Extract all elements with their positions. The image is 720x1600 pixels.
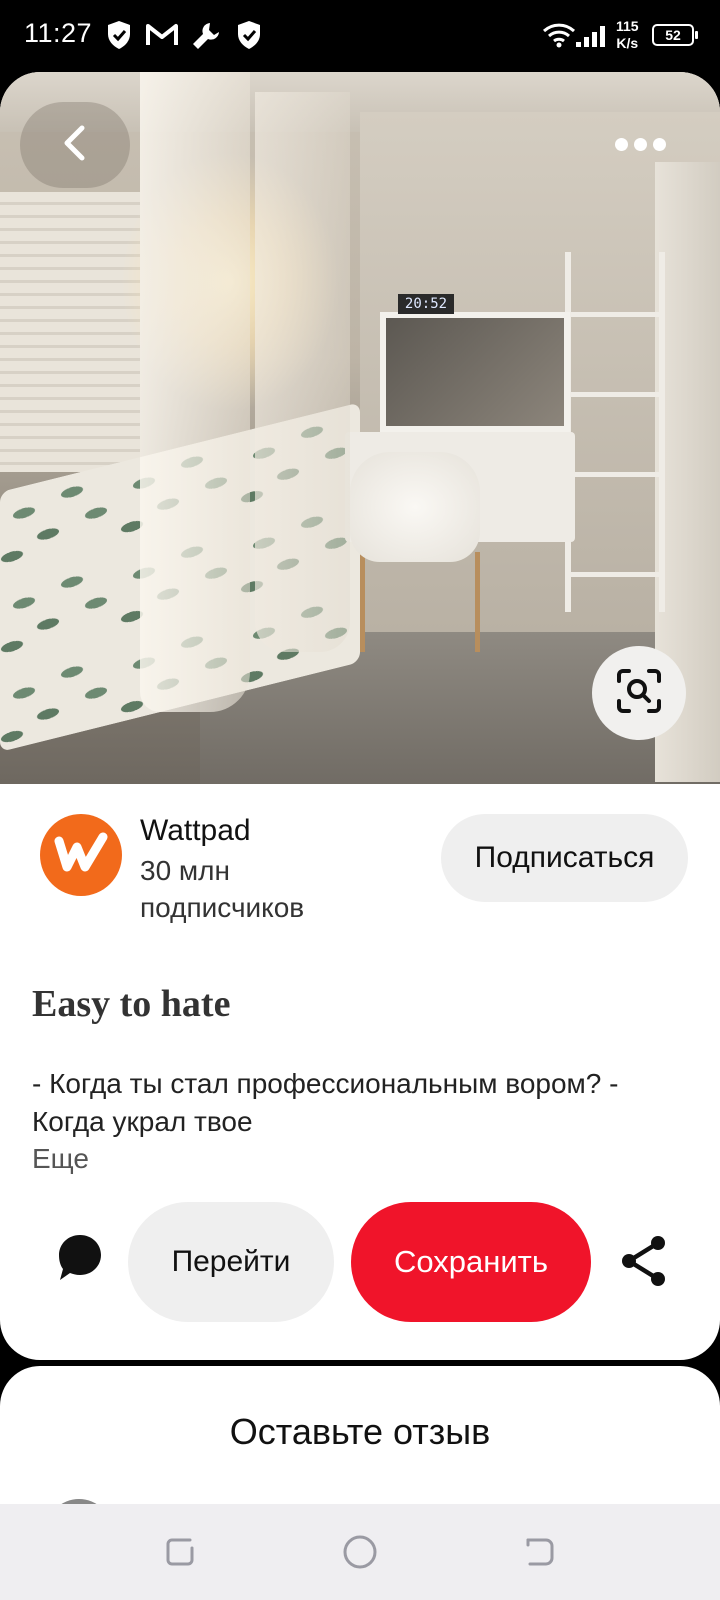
- back-button[interactable]: [20, 102, 130, 188]
- status-bar: 11:27 115 K/s 52: [0, 0, 720, 72]
- shield-check-icon-2: [236, 20, 262, 55]
- photo-chair-legs: [360, 552, 480, 652]
- action-bar: Перейти Сохранить: [0, 1202, 720, 1322]
- pin-image[interactable]: 20:52: [0, 72, 720, 784]
- save-button[interactable]: Сохранить: [351, 1202, 591, 1322]
- follow-button[interactable]: Подписаться: [441, 814, 688, 902]
- photo-clock: 20:52: [398, 294, 454, 314]
- signal-icon: [574, 24, 610, 53]
- photo-curtain-2: [255, 92, 350, 652]
- shield-check-icon: [106, 20, 132, 55]
- battery-indicator: 52: [652, 24, 698, 46]
- visual-search-icon: [615, 667, 663, 720]
- photo-chair: [350, 452, 480, 562]
- network-speed-unit: K/s: [616, 35, 639, 51]
- photo-curtain: [140, 72, 250, 712]
- photo-shelf: [565, 252, 665, 612]
- comment-icon[interactable]: [56, 1232, 104, 1289]
- nav-back-icon[interactable]: [520, 1532, 560, 1572]
- gmail-icon: [146, 23, 178, 52]
- creator-row: Wattpad 30 млн подписчиков Подписаться: [0, 784, 720, 964]
- visit-button[interactable]: Перейти: [128, 1202, 334, 1322]
- nav-recents-icon[interactable]: [160, 1532, 200, 1572]
- wifi-icon: [542, 22, 576, 53]
- share-icon[interactable]: [620, 1234, 668, 1293]
- photo-window: [0, 192, 140, 472]
- pin-card: 20:52 Wattpad 30 млн подписчиков Подписа…: [0, 72, 720, 1360]
- photo-mirror: [380, 312, 570, 432]
- more-options-button[interactable]: [590, 124, 690, 164]
- back-arrow-icon: [60, 125, 90, 166]
- visual-search-button[interactable]: [592, 646, 686, 740]
- more-dots-icon: [614, 137, 628, 151]
- system-nav-bar: [0, 1504, 720, 1600]
- review-title: Оставьте отзыв: [229, 1411, 491, 1452]
- nav-home-icon[interactable]: [340, 1532, 380, 1572]
- pin-title: Easy to hate: [32, 983, 231, 1025]
- status-time: 11:27: [24, 18, 93, 48]
- wrench-icon: [190, 20, 222, 57]
- creator-avatar[interactable]: [40, 814, 122, 896]
- wattpad-logo-icon: [53, 831, 109, 880]
- follower-count: 30 млн подписчиков: [140, 855, 305, 923]
- network-speed: 115 K/s: [616, 18, 639, 52]
- review-sheet: Оставьте отзыв: [0, 1366, 720, 1506]
- show-more-link[interactable]: Еще: [32, 1143, 89, 1175]
- pin-description: - Когда ты стал профессиональным вором? …: [32, 1068, 619, 1137]
- creator-name[interactable]: Wattpad: [140, 814, 251, 848]
- network-speed-value: 115: [616, 18, 639, 34]
